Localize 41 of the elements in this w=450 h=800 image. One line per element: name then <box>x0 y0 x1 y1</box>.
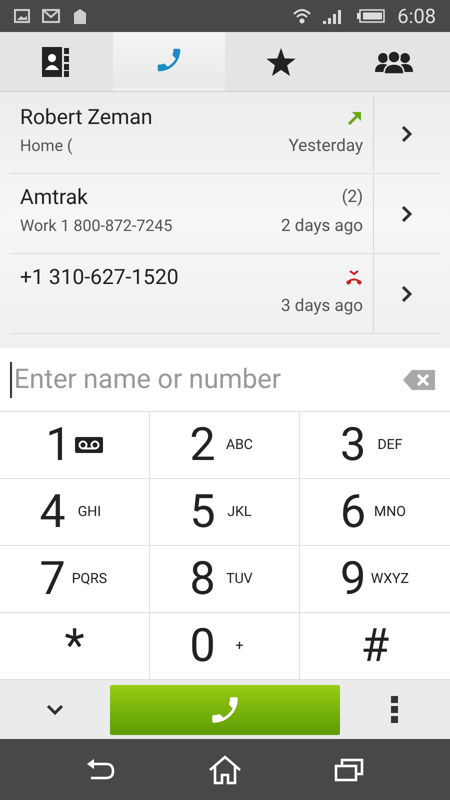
dial-key[interactable]: 2 ABC <box>150 412 300 479</box>
recent-apps-icon[interactable] <box>334 758 364 782</box>
picture-icon <box>14 9 30 23</box>
call-time: 2 days ago <box>280 215 363 238</box>
dial-key[interactable]: 8 TUV <box>150 546 300 613</box>
chevron-right-icon <box>401 284 413 302</box>
chevron-right-icon <box>401 124 413 142</box>
voicemail-icon <box>75 437 104 453</box>
more-options-icon[interactable] <box>391 696 399 724</box>
wifi-icon <box>293 8 312 24</box>
chevron-right-icon <box>401 204 413 222</box>
call-count: (2) <box>342 186 363 210</box>
contact-name: Robert Zeman <box>20 105 152 132</box>
call-log-entry[interactable]: +1 310-627-1520 3 days ago <box>10 254 373 333</box>
battery-icon <box>357 9 386 23</box>
call-button[interactable] <box>110 684 340 734</box>
call-time: Yesterday <box>288 135 363 158</box>
phone-number: Home ( <box>20 135 74 157</box>
back-icon[interactable] <box>86 758 116 780</box>
dial-key[interactable]: 5 JKL <box>150 479 300 546</box>
outgoing-call-icon <box>347 110 363 126</box>
contact-name: Amtrak <box>20 185 89 212</box>
dial-key[interactable]: # <box>300 613 450 679</box>
mail-icon <box>42 9 60 23</box>
call-log-entry[interactable]: Robert Zeman Home ( Yesterday <box>10 94 373 173</box>
people-icon <box>374 50 413 74</box>
contact-name: +1 310-627-1520 <box>20 265 179 292</box>
home-icon[interactable] <box>208 754 242 784</box>
input-field[interactable]: Enter name or number <box>12 359 402 400</box>
clock: 6:08 <box>397 3 436 30</box>
call-time: 3 days ago <box>280 295 363 318</box>
collapse-icon[interactable] <box>46 704 64 716</box>
phone-number: Work 1 800-872-7245 <box>20 215 172 237</box>
missed-call-icon <box>345 270 363 286</box>
dial-key[interactable]: 3 DEF <box>300 412 450 479</box>
call-log-entry[interactable]: Amtrak Work 1 800-872-7245 (2) 2 days ago <box>10 174 373 253</box>
tag-icon <box>72 7 88 25</box>
star-icon <box>266 48 296 76</box>
contact-book-icon <box>42 46 70 76</box>
dial-key[interactable]: 4 GHI <box>0 479 150 546</box>
dial-key[interactable]: 1 <box>0 412 150 479</box>
